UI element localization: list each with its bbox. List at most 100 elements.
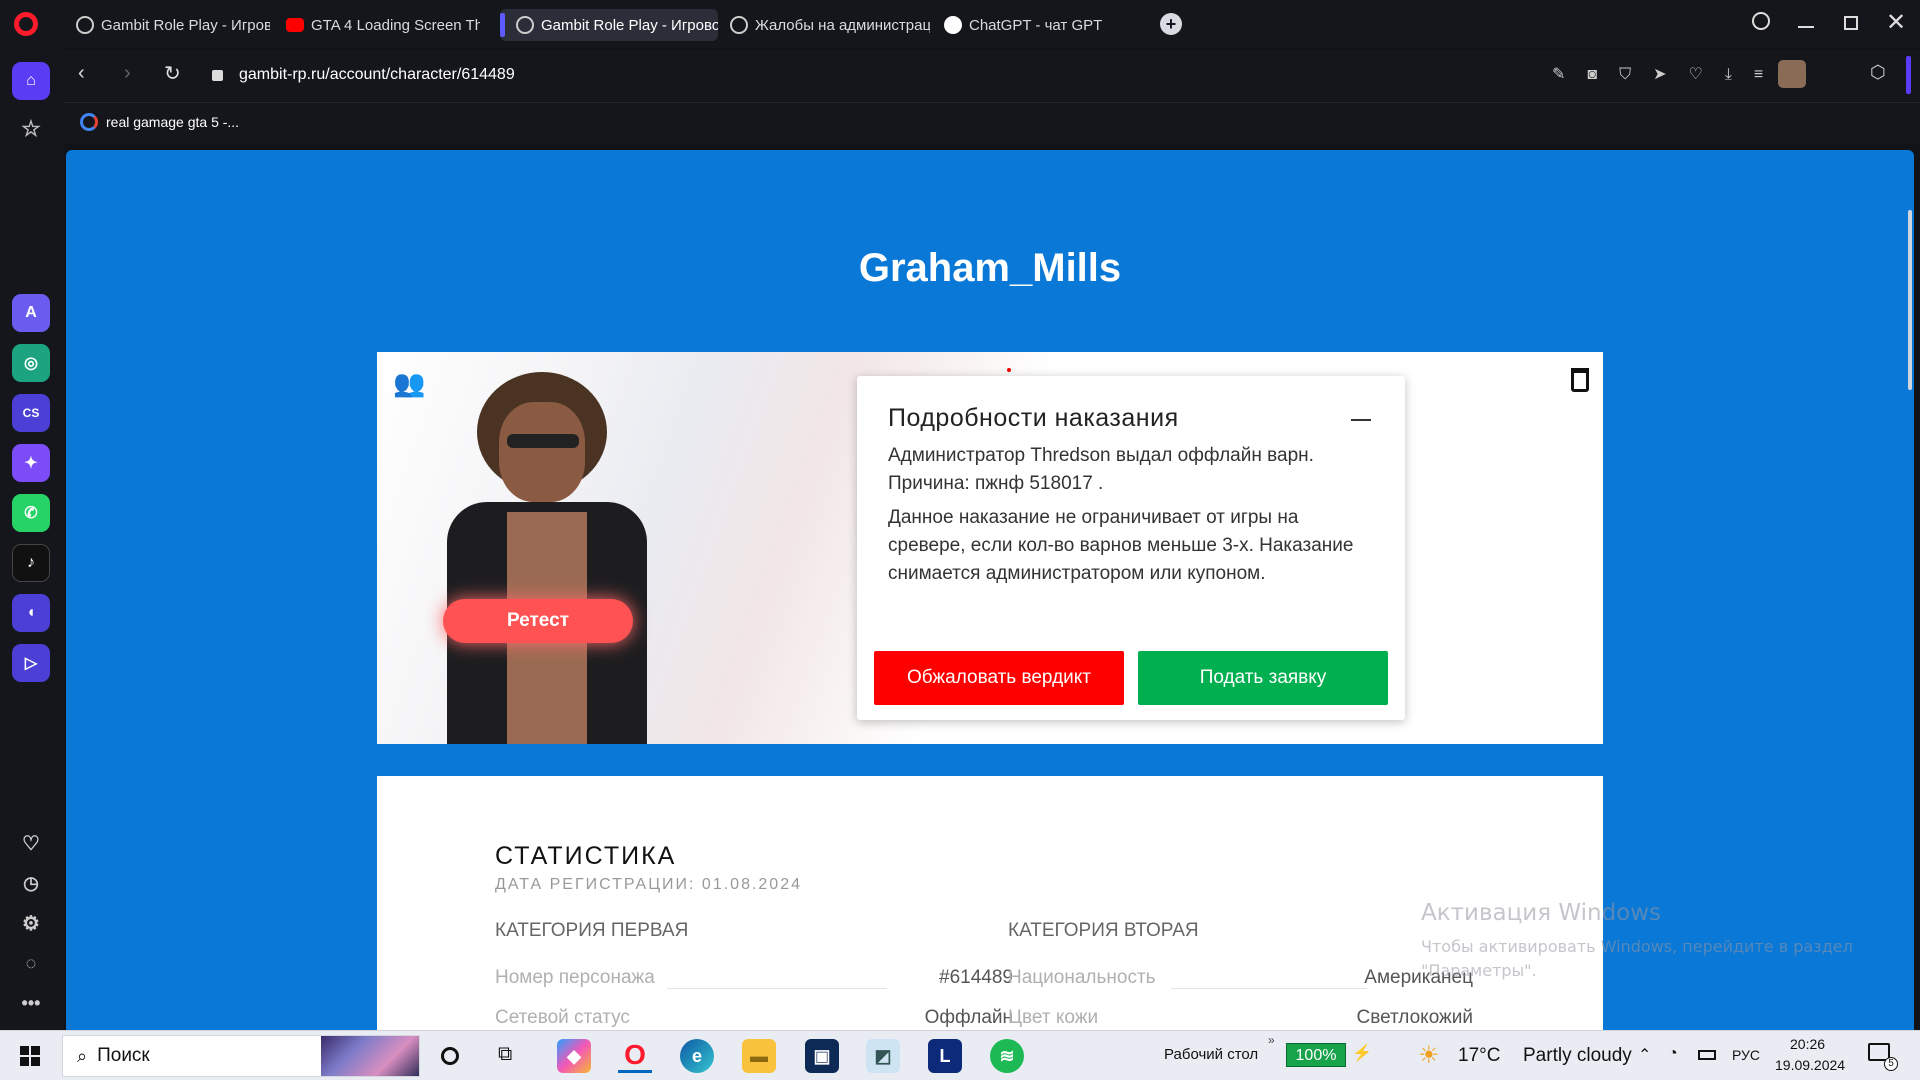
stat-value-skin: Светлокожий — [1356, 1007, 1473, 1028]
home-icon[interactable]: ⌂ — [12, 62, 50, 100]
edge-icon[interactable]: e — [680, 1039, 714, 1073]
taskbar: ⌕ Поиск ⧉ ◆ O e ▬ ▣ ◩ L ≋ Рабочий стол »… — [0, 1030, 1920, 1080]
settings-gear-icon[interactable]: ⚙ — [12, 904, 50, 942]
google-icon — [80, 113, 98, 131]
language-indicator[interactable]: РУС — [1732, 1047, 1760, 1063]
clock-date[interactable]: 19.09.2024 — [1775, 1057, 1845, 1073]
statistics-card: СТАТИСТИКА ДАТА РЕГИСТРАЦИИ: 01.08.2024 … — [377, 776, 1603, 1030]
adblock-icon[interactable]: ⛉ — [1619, 66, 1653, 83]
opera-logo-icon[interactable] — [14, 12, 38, 36]
bookmark-label: real gamage gta 5 -... — [106, 114, 240, 130]
address-bar: ‹ › ↻ gambit-rp.ru/account/character/614… — [64, 50, 1920, 100]
gambit-favicon-icon — [76, 16, 94, 34]
page-content: Graham_Mills 👥 Ретест Подробности наказа… — [66, 150, 1914, 1030]
search-tabs-icon[interactable] — [1752, 12, 1770, 30]
trash-icon[interactable] — [1571, 368, 1589, 392]
punishment-popup: Подробности наказания Администратор Thre… — [857, 376, 1405, 720]
player-icon[interactable]: ▷ — [12, 644, 50, 682]
taskbar-search[interactable]: ⌕ Поиск — [62, 1035, 420, 1077]
gambit-favicon-icon — [730, 16, 748, 34]
weather-icon[interactable]: ☀ — [1418, 1041, 1440, 1070]
tab-youtube[interactable]: GTA 4 Loading Screen Theme — [276, 9, 480, 41]
stat-label-number: Номер персонажа — [495, 967, 655, 988]
send-icon[interactable]: ➤ — [1653, 66, 1688, 83]
back-button[interactable]: ‹ — [78, 62, 85, 85]
speed-dial-star-icon[interactable]: ☆ — [12, 110, 50, 148]
avatar[interactable] — [1778, 60, 1806, 88]
tab-label: Жалобы на администрацию — [755, 16, 930, 34]
gambit-favicon-icon — [516, 16, 534, 34]
chatgpt-icon — [944, 16, 962, 34]
collapse-button[interactable] — [1351, 419, 1371, 421]
clock-time[interactable]: 20:26 — [1790, 1036, 1825, 1052]
aria-icon[interactable]: A — [12, 294, 50, 332]
tray-chevron-icon[interactable]: ⌃ — [1638, 1045, 1651, 1065]
apply-button[interactable]: Подать заявку — [1138, 651, 1388, 705]
spotify-icon[interactable]: ≋ — [990, 1039, 1024, 1073]
weather-temp[interactable]: 17°C — [1458, 1045, 1500, 1067]
opera-taskbar-icon[interactable]: O — [618, 1039, 652, 1073]
bookmark-item[interactable]: real gamage gta 5 -... — [80, 113, 239, 131]
notepad-icon[interactable]: ◩ — [866, 1039, 900, 1073]
character-name: Graham_Mills — [858, 246, 1122, 290]
music-player-icon[interactable]: ◖ — [12, 594, 50, 632]
task-view-icon[interactable]: ⧉ — [498, 1043, 512, 1066]
appeal-button[interactable]: Обжаловать вердикт — [874, 651, 1124, 705]
camera-icon[interactable]: ◙ — [1587, 66, 1619, 83]
forward-button[interactable]: › — [124, 62, 131, 85]
minimize-button[interactable] — [1798, 26, 1814, 28]
punishment-line1: Администратор Thredson выдал оффлайн вар… — [888, 445, 1314, 466]
activation-watermark-title: Активация Windows — [1421, 900, 1662, 926]
scrollbar[interactable] — [1908, 210, 1912, 390]
launcher-l-icon[interactable]: L — [928, 1039, 962, 1073]
snapshot-icon[interactable]: ✎ — [1552, 66, 1587, 83]
cs-icon[interactable]: CS — [12, 394, 50, 432]
desktop-label[interactable]: Рабочий стол — [1164, 1046, 1258, 1063]
wifi-icon[interactable]: ◔ — [1668, 1045, 1678, 1063]
toolbar-icons: ✎◙⛉➤♡⤓≡ — [1552, 64, 1785, 84]
battery-icon[interactable] — [1698, 1050, 1716, 1060]
url-field[interactable]: gambit-rp.ru/account/character/614489 — [212, 57, 1362, 93]
extensions-icon[interactable]: ⬡ — [1870, 62, 1886, 83]
notification-count: 5 — [1884, 1057, 1898, 1071]
whatsapp-icon[interactable]: ✆ — [12, 494, 50, 532]
more-icon[interactable]: ••• — [12, 984, 50, 1022]
download-icon[interactable]: ⤓ — [1725, 66, 1754, 83]
tab-complaints[interactable]: Жалобы на администрацию — [720, 9, 930, 41]
close-window-button[interactable]: ✕ — [1886, 8, 1906, 37]
tiktok-icon[interactable]: ♪ — [12, 544, 50, 582]
tab-chatgpt[interactable]: ChatGPT - чат GPT — [934, 9, 1144, 41]
new-tab-button[interactable]: + — [1160, 13, 1182, 35]
heart-icon[interactable]: ♡ — [12, 824, 50, 862]
retest-button[interactable]: Ретест — [443, 599, 633, 643]
category-second: КАТЕГОРИЯ ВТОРАЯ — [1008, 920, 1199, 941]
restore-button[interactable] — [1844, 16, 1858, 30]
category-first: КАТЕГОРИЯ ПЕРВАЯ — [495, 920, 689, 941]
reload-button[interactable]: ↻ — [164, 61, 181, 86]
active-tab-indicator — [500, 13, 505, 37]
copilot-icon[interactable]: ◆ — [557, 1039, 591, 1073]
group-icon[interactable]: 👥 — [393, 368, 425, 399]
messenger-icon[interactable]: ✦ — [12, 444, 50, 482]
favorite-icon[interactable]: ♡ — [1689, 66, 1725, 83]
chevron-icon[interactable]: » — [1268, 1033, 1275, 1047]
weather-text[interactable]: Partly cloudy — [1523, 1045, 1632, 1067]
tab-bar: Gambit Role Play - Игровой GTA 4 Loading… — [0, 0, 1920, 48]
punishment-title: Подробности наказания — [888, 404, 1179, 432]
battery-indicator[interactable]: 100% — [1286, 1043, 1346, 1067]
tab-gambit-active[interactable]: Gambit Role Play - Игровой — [500, 9, 718, 41]
history-icon[interactable]: ◷ — [12, 864, 50, 902]
file-explorer-icon[interactable]: ▬ — [742, 1039, 776, 1073]
plug-icon: ⚡ — [1352, 1045, 1372, 1062]
tab-gambit-1[interactable]: Gambit Role Play - Игровой — [66, 9, 270, 41]
chatgpt-sidebar-icon[interactable]: ◎ — [12, 344, 50, 382]
red-dot — [1007, 368, 1011, 372]
store-icon[interactable]: ▣ — [805, 1039, 839, 1073]
windows-start-icon[interactable] — [20, 1046, 40, 1066]
stat-label-status: Сетевой статус — [495, 1007, 630, 1028]
lightbulb-icon[interactable]: ◌ — [12, 944, 50, 982]
url-text: gambit-rp.ru/account/character/614489 — [239, 66, 515, 83]
character-skin-image — [437, 372, 657, 744]
stat-value-status: Оффлайн — [924, 1007, 1013, 1028]
cortana-icon[interactable] — [441, 1047, 459, 1065]
